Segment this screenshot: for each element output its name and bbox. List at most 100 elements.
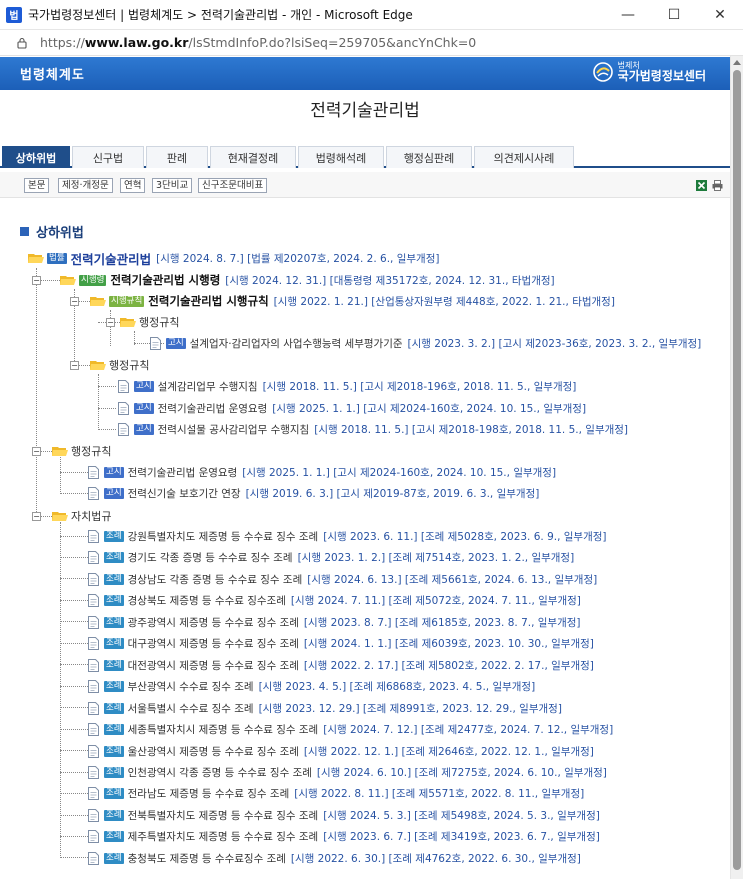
ordinance-row[interactable]: 조례 서울특별시 수수료 징수 조례 [시행 2023. 12. 29.] [조례 … [88,700,562,716]
leaf-title[interactable]: 충청북도 제증명 등 수수료징수 조례 [128,851,286,866]
collapse-toggle[interactable]: − [32,447,41,456]
scroll-thumb[interactable] [733,70,741,870]
three-way-compare-button[interactable]: 3단비교 [152,178,193,193]
node-title[interactable]: 전력기술관리법 시행령 [110,272,220,288]
leaf-title[interactable]: 경기도 각종 증명 등 수수료 징수 조례 [128,550,293,565]
ordinance-row[interactable]: 조례 경기도 각종 증명 등 수수료 징수 조례 [시행 2023. 1. 2.] … [88,549,574,565]
leaf-title[interactable]: 제주특별자치도 제증명 등 수수료 징수 조례 [128,829,319,844]
leaf-info[interactable]: [시행 2022. 8. 11.] [조례 제5571호, 2022. 8. 1… [294,786,584,801]
leaf-info[interactable]: [시행 2023. 8. 7.] [조례 제6185호, 2023. 8. 7.… [304,615,581,630]
tab-old-new[interactable]: 신구법 [72,146,144,168]
address-bar[interactable]: https://www.law.go.kr/lsStmdInfoP.do?lsi… [0,30,743,56]
tree-leaf[interactable]: 고시 설계감리업무 수행지침 [시행 2018. 11. 5.] [고시 제20… [118,378,576,394]
leaf-title[interactable]: 대구광역시 제증명 등 수수료 징수 조례 [128,636,299,651]
tree-leaf[interactable]: 고시 설계업자·감리업자의 사업수행능력 세부평가기준 [시행 2023. 3.… [150,335,701,351]
tree-node-decree[interactable]: 시행령 전력기술관리법 시행령 [시행 2024. 12. 31.] [대통령령… [60,272,555,288]
node-title[interactable]: 전력기술관리법 [71,249,152,268]
site-logo[interactable]: 법제처 국가법령정보센터 [592,61,706,83]
ordinance-row[interactable]: 조례 부산광역시 수수료 징수 조례 [시행 2023. 4. 5.] [조례 제6… [88,678,535,694]
leaf-title[interactable]: 설계업자·감리업자의 사업수행능력 세부평가기준 [190,336,403,351]
tab-constitutional[interactable]: 현재결정례 [210,146,296,168]
leaf-info[interactable]: [시행 2018. 11. 5.] [고시 제2018-198호, 2018. … [314,422,628,437]
minimize-button[interactable]: — [605,0,651,30]
leaf-title[interactable]: 설계감리업무 수행지침 [158,379,258,394]
scroll-up-arrow[interactable] [733,60,741,65]
leaf-info[interactable]: [시행 2022. 12. 1.] [조례 제2646호, 2022. 12. … [304,744,594,759]
url-text[interactable]: https://www.law.go.kr/lsStmdInfoP.do?lsi… [40,35,476,50]
leaf-title[interactable]: 서울특별시 수수료 징수 조례 [128,701,254,716]
ordinance-row[interactable]: 조례 광주광역시 제증명 등 수수료 징수 조례 [시행 2023. 8. 7.] … [88,614,581,630]
tree-node-law[interactable]: 법률 전력기술관리법 [시행 2024. 8. 7.] [법률 제20207호,… [28,249,439,268]
collapse-toggle[interactable]: − [32,512,41,521]
ordinance-row[interactable]: 조례 인천광역시 각종 증명 등 수수료 징수 조례 [시행 2024. 6. 10… [88,764,607,780]
body-text-button[interactable]: 본문 [24,178,50,193]
leaf-info[interactable]: [시행 2023. 12. 29.] [조례 제8991호, 2023. 12.… [259,701,562,716]
collapse-toggle[interactable]: − [32,276,41,285]
leaf-info[interactable]: [시행 2022. 6. 30.] [조례 제4762호, 2022. 6. 3… [291,851,581,866]
collapse-toggle[interactable]: − [106,318,115,327]
tree-leaf[interactable]: 고시 전력기술관리법 운영요령 [시행 2025. 1. 1.] [고시 제20… [88,464,556,480]
leaf-info[interactable]: [시행 2022. 2. 17.] [조례 제5802호, 2022. 2. 1… [304,658,594,673]
leaf-title[interactable]: 전력시설물 공사감리업무 수행지침 [158,422,310,437]
leaf-title[interactable]: 부산광역시 수수료 징수 조례 [128,679,254,694]
node-info[interactable]: [시행 2024. 12. 31.] [대통령령 제35172호, 2024. … [225,273,554,288]
ordinance-row[interactable]: 조례 울산광역시 제증명 등 수수료 징수 조례 [시행 2022. 12. 1.]… [88,743,594,759]
ordinance-row[interactable]: 조례 대구광역시 제증명 등 수수료 징수 조례 [시행 2024. 1. 1.] … [88,635,594,651]
leaf-title[interactable]: 경상남도 각종 증명 등 수수료 징수 조례 [128,572,303,587]
leaf-title[interactable]: 전력기술관리법 운영요령 [158,401,268,416]
leaf-info[interactable]: [시행 2018. 11. 5.] [고시 제2018-196호, 2018. … [263,379,577,394]
old-new-compare-button[interactable]: 신구조문대비표 [198,178,268,193]
leaf-title[interactable]: 전력신기술 보호기간 연장 [128,486,241,501]
tree-leaf[interactable]: 고시 전력신기술 보호기간 연장 [시행 2019. 6. 3.] [고시 제2… [88,485,539,501]
leaf-title[interactable]: 울산광역시 제증명 등 수수료 징수 조례 [128,744,299,759]
ordinance-row[interactable]: 조례 강원특별자치도 제증명 등 수수료 징수 조례 [시행 2023. 6. 11… [88,528,607,544]
leaf-info[interactable]: [시행 2024. 7. 12.] [조례 제2477호, 2024. 7. 1… [323,722,613,737]
tree-leaf[interactable]: 고시 전력기술관리법 운영요령 [시행 2025. 1. 1.] [고시 제20… [118,400,586,416]
leaf-info[interactable]: [시행 2025. 1. 1.] [고시 제2024-160호, 2024. 1… [272,401,586,416]
node-info[interactable]: [시행 2022. 1. 21.] [산업통상자원부령 제448호, 2022.… [274,294,615,309]
leaf-title[interactable]: 인천광역시 각종 증명 등 수수료 징수 조례 [128,765,312,780]
leaf-info[interactable]: [시행 2019. 6. 3.] [고시 제2019-87호, 2019. 6.… [246,486,540,501]
collapse-toggle[interactable]: − [70,361,79,370]
leaf-title[interactable]: 광주광역시 제증명 등 수수료 징수 조례 [128,615,299,630]
ordinance-row[interactable]: 조례 제주특별자치도 제증명 등 수수료 징수 조례 [시행 2023. 6. 7.… [88,828,600,844]
leaf-info[interactable]: [시행 2024. 5. 3.] [조례 제5498호, 2024. 5. 3.… [323,808,600,823]
tree-node-rule[interactable]: 시행규칙 전력기술관리법 시행규칙 [시행 2022. 1. 21.] [산업통… [90,293,615,309]
ordinance-row[interactable]: 조례 전북특별자치도 제증명 등 수수료 징수 조례 [시행 2024. 5. 3.… [88,807,600,823]
tree-node-local-laws[interactable]: 자치법규 [52,508,111,524]
node-title[interactable]: 전력기술관리법 시행규칙 [148,293,268,309]
tree-leaf[interactable]: 고시 전력시설물 공사감리업무 수행지침 [시행 2018. 11. 5.] [… [118,421,628,437]
leaf-info[interactable]: [시행 2023. 3. 2.] [고시 제2023-36호, 2023. 3.… [408,336,702,351]
print-icon[interactable] [712,180,723,191]
leaf-info[interactable]: [시행 2023. 6. 7.] [조례 제3419호, 2023. 6. 7.… [323,829,600,844]
leaf-info[interactable]: [시행 2025. 1. 1.] [고시 제2024-160호, 2024. 1… [242,465,556,480]
leaf-info[interactable]: [시행 2023. 4. 5.] [조례 제6868호, 2023. 4. 5.… [259,679,536,694]
maximize-button[interactable]: ☐ [651,0,697,30]
leaf-title[interactable]: 경상북도 제증명 등 수수료 징수조례 [128,593,286,608]
ordinance-row[interactable]: 조례 세종특별자치시 제증명 등 수수료 징수 조례 [시행 2024. 7. 12… [88,721,613,737]
ordinance-row[interactable]: 조례 충청북도 제증명 등 수수료징수 조례 [시행 2022. 6. 30.] [… [88,850,581,866]
tab-admin-appeals[interactable]: 행정심판례 [386,146,472,168]
tree-node-admin-rules[interactable]: 행정규칙 [52,443,111,459]
amendment-text-button[interactable]: 제정·개정문 [58,178,113,193]
ordinance-row[interactable]: 조례 대전광역시 제증명 등 수수료 징수 조례 [시행 2022. 2. 17.]… [88,657,594,673]
collapse-toggle[interactable]: − [70,297,79,306]
leaf-title[interactable]: 세종특별자치시 제증명 등 수수료 징수 조례 [128,722,319,737]
close-button[interactable]: ✕ [697,0,743,30]
leaf-title[interactable]: 전라남도 제증명 등 수수료 징수 조례 [128,786,290,801]
excel-icon[interactable] [696,180,707,191]
leaf-title[interactable]: 대전광역시 제증명 등 수수료 징수 조례 [128,658,299,673]
history-button[interactable]: 연혁 [120,178,146,193]
leaf-title[interactable]: 전력기술관리법 운영요령 [128,465,238,480]
ordinance-row[interactable]: 조례 경상북도 제증명 등 수수료 징수조례 [시행 2024. 7. 11.] [… [88,592,581,608]
tree-node-admin-rules[interactable]: 행정규칙 [120,314,179,330]
tree-node-admin-rules[interactable]: 행정규칙 [90,357,149,373]
leaf-title[interactable]: 강원특별자치도 제증명 등 수수료 징수 조례 [128,529,319,544]
tab-interpretations[interactable]: 법령해석례 [298,146,384,168]
leaf-title[interactable]: 전북특별자치도 제증명 등 수수료 징수 조례 [128,808,319,823]
leaf-info[interactable]: [시행 2023. 6. 11.] [조례 제5028호, 2023. 6. 9… [323,529,606,544]
leaf-info[interactable]: [시행 2023. 1. 2.] [조례 제7514호, 2023. 1. 2.… [298,550,575,565]
tab-precedents[interactable]: 판례 [146,146,208,168]
leaf-info[interactable]: [시행 2024. 1. 1.] [조례 제6039호, 2023. 10. 3… [304,636,594,651]
ordinance-row[interactable]: 조례 경상남도 각종 증명 등 수수료 징수 조례 [시행 2024. 6. 13.… [88,571,597,587]
